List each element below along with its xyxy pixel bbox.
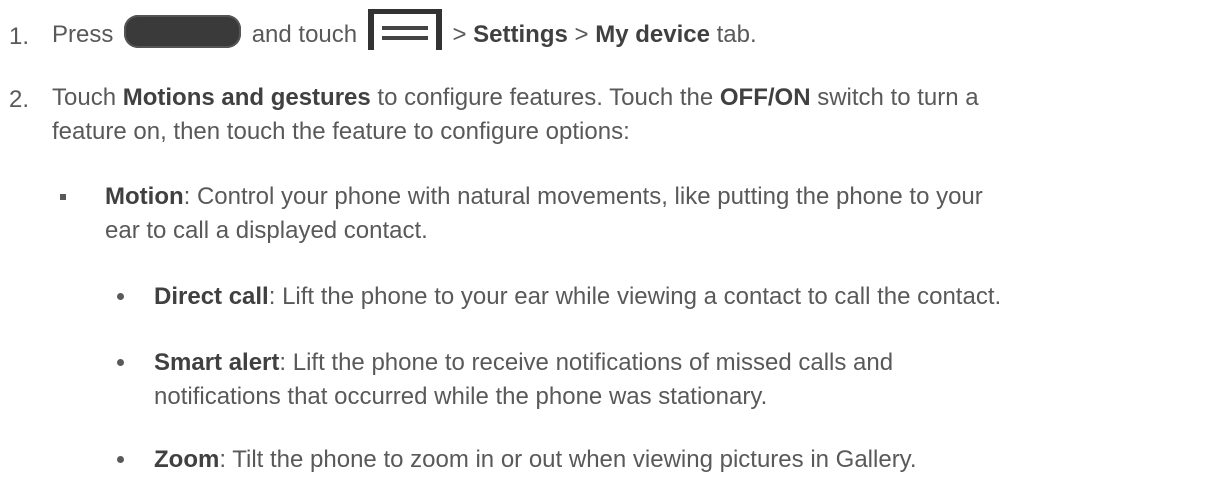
smart-alert-title: Smart alert — [154, 349, 280, 376]
step-2-touch: Touch — [52, 84, 123, 111]
step-1-and-touch: and touch — [251, 21, 358, 48]
step-2-line-1: Touch Motions and gestures to configure … — [52, 83, 979, 113]
motion-line-1: Motion: Control your phone with natural … — [105, 182, 983, 212]
step-2-number: 2. — [9, 86, 30, 113]
zoom-desc: : Tilt the phone to zoom in or out when … — [219, 446, 917, 473]
step-2-end: switch to turn a — [810, 84, 979, 111]
step-1-number: 1. — [9, 23, 30, 50]
dot-bullet-icon — [117, 293, 124, 300]
motion-title: Motion — [105, 183, 184, 210]
step-1-tab: tab. — [709, 21, 757, 48]
direct-call-line: Direct call: Lift the phone to your ear … — [154, 282, 1001, 312]
step-1-text: Press and touch > Settings > My device t… — [52, 9, 757, 56]
motion-desc-1: : Control your phone with natural moveme… — [183, 183, 983, 210]
square-bullet-icon — [60, 194, 66, 200]
menu-key-icon — [367, 9, 442, 51]
settings-label: Settings — [473, 21, 568, 48]
step-1-gt1: > — [452, 21, 474, 48]
smart-alert-line-2: notifications that occurred while the ph… — [154, 383, 768, 410]
dot-bullet-icon — [117, 359, 124, 366]
my-device-label: My device — [595, 21, 710, 48]
motion-line-2: ear to call a displayed contact. — [105, 217, 428, 244]
step-1-gt2: > — [567, 21, 596, 48]
step-2-mid: to configure features. Touch the — [370, 84, 720, 111]
direct-call-desc: : Lift the phone to your ear while viewi… — [268, 283, 1002, 310]
off-on-label: OFF/ON — [719, 84, 811, 111]
home-key-icon — [124, 15, 242, 49]
smart-alert-line-1: Smart alert: Lift the phone to receive n… — [154, 348, 893, 378]
motions-and-gestures-label: Motions and gestures — [122, 84, 371, 111]
step-2-line-2: feature on, then touch the feature to co… — [52, 118, 630, 145]
smart-alert-desc-1: : Lift the phone to receive notification… — [279, 349, 894, 376]
zoom-title: Zoom — [154, 446, 220, 473]
step-1-press: Press — [52, 21, 114, 48]
zoom-line: Zoom: Tilt the phone to zoom in or out w… — [154, 445, 917, 475]
dot-bullet-icon — [117, 456, 124, 463]
direct-call-title: Direct call — [154, 283, 269, 310]
